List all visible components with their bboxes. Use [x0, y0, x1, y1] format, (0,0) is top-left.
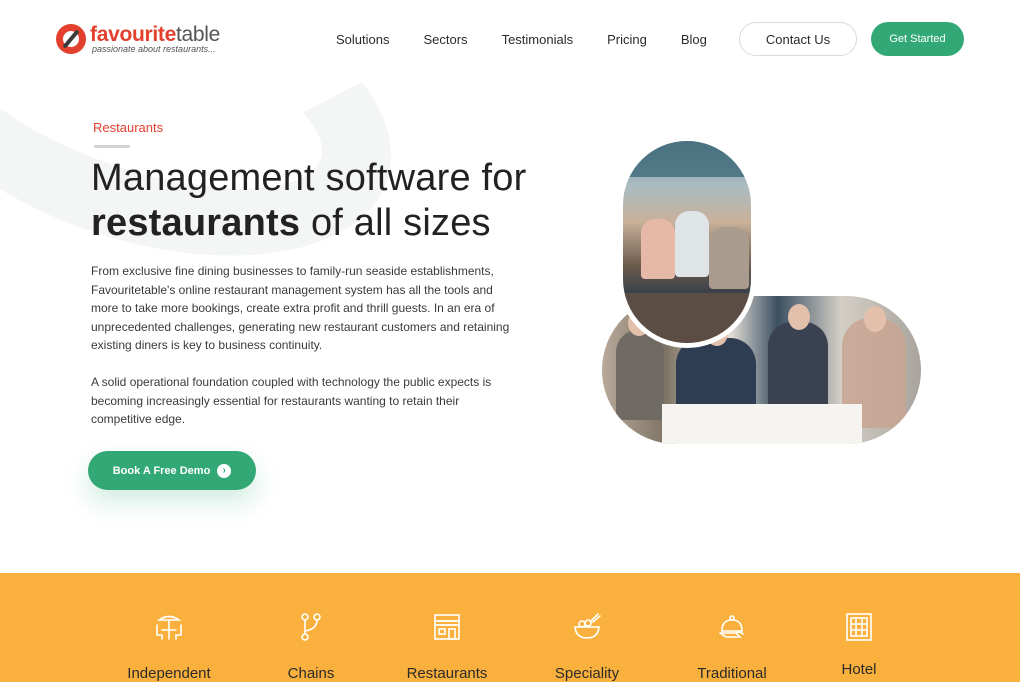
hero-title-rest: of all sizes: [300, 202, 491, 244]
main-nav: Solutions Sectors Testimonials Pricing B…: [336, 32, 741, 48]
logo-tagline: passionate about restaurants...: [92, 44, 216, 54]
logo[interactable]: favouritetable passionate about restaura…: [56, 22, 246, 56]
hero-eyebrow: Restaurants: [93, 120, 164, 135]
arrow-right-icon: ›: [217, 463, 232, 478]
sector-label: Independent: [127, 665, 211, 682]
eyebrow-divider: [94, 145, 130, 148]
nav-sectors[interactable]: Sectors: [423, 32, 467, 48]
hero-title-line1: Management software for: [91, 157, 527, 199]
branch-icon: [295, 611, 327, 643]
outdoor-cafe-photo: [618, 136, 756, 348]
logo-mark-icon: [56, 24, 86, 54]
book-demo-label: Book A Free Demo: [112, 464, 211, 477]
hero-title-bold: restaurants: [91, 202, 301, 244]
sector-label: Chains: [287, 665, 335, 682]
cloche-icon: [716, 611, 748, 643]
hero-title: Management software for restaurants of a…: [91, 156, 561, 246]
hero-paragraph-1: From exclusive fine dining businesses to…: [91, 264, 510, 352]
bowl-icon: [571, 611, 603, 643]
nav-pricing[interactable]: Pricing: [607, 32, 647, 48]
site-header: favouritetable passionate about restaura…: [0, 0, 1020, 80]
outdoor-table-icon: [153, 611, 185, 643]
storefront-icon: [431, 611, 463, 643]
contact-us-button[interactable]: Contact Us: [739, 22, 857, 56]
sector-label: Speciality: [554, 665, 620, 682]
book-demo-button[interactable]: Book A Free Demo ›: [88, 451, 256, 490]
sector-label: Traditional: [697, 665, 767, 682]
nav-testimonials[interactable]: Testimonials: [502, 32, 574, 48]
get-started-button[interactable]: Get Started: [871, 22, 964, 56]
building-icon: [843, 611, 875, 643]
nav-blog[interactable]: Blog: [681, 32, 707, 48]
hero-paragraph-2: A solid operational foundation coupled w…: [91, 375, 492, 426]
sectors-band: Independent Chains Restaurants Specialit…: [0, 573, 1020, 682]
nav-solutions[interactable]: Solutions: [336, 32, 389, 48]
sector-label: Restaurants: [406, 665, 488, 682]
sector-label: Hotel: [841, 661, 877, 678]
